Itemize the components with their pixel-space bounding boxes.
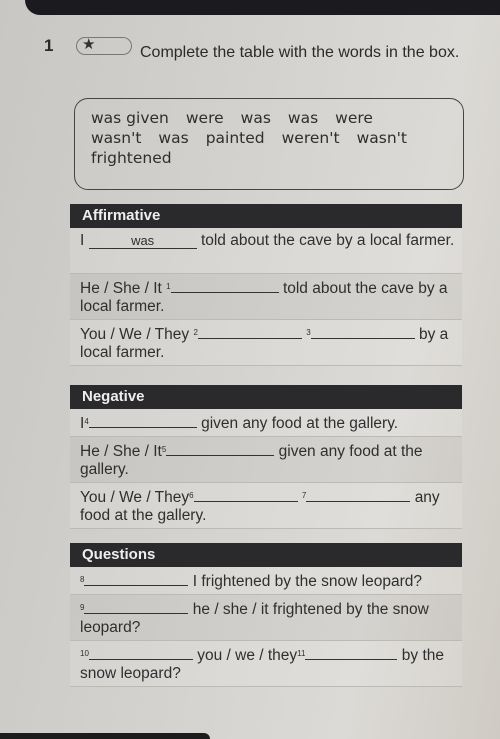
instruction-text: Complete the table with the words in the… <box>140 44 460 61</box>
answer-blank[interactable] <box>84 571 189 586</box>
answer-blank[interactable] <box>305 645 398 660</box>
word: were <box>185 109 224 127</box>
blank-number: 11 <box>297 649 306 658</box>
word: wasn't <box>356 129 407 147</box>
questions-section: Questions 8 I frightened by the snow leo… <box>70 543 462 687</box>
blank-number: 10 <box>80 649 89 658</box>
sentence-rest: told about the cave by a local farmer. <box>200 232 455 249</box>
answer-blank[interactable] <box>88 413 197 428</box>
table-row: 9 he / she / it frightened by the snow l… <box>70 595 462 641</box>
table-row: I was told about the cave by a local far… <box>70 228 462 274</box>
sentence-rest: I frightened by the snow leopard? <box>192 573 422 590</box>
exercise-number: 1 <box>44 36 54 55</box>
table-row: You / We / They 2 3 by a local farmer. <box>70 320 462 366</box>
answer-blank[interactable]: was <box>88 234 197 249</box>
section-header: Negative <box>70 385 462 409</box>
subject: you / we / they <box>197 647 298 664</box>
word: was <box>287 109 319 127</box>
top-dark-edge <box>25 0 500 15</box>
table-row: I4 given any food at the gallery. <box>70 409 462 437</box>
answer-blank[interactable] <box>306 487 411 502</box>
answer-blank[interactable] <box>170 278 279 293</box>
answer-blank[interactable] <box>166 441 275 456</box>
word: were <box>335 109 373 127</box>
bottom-dark-edge <box>0 733 210 739</box>
subject: I <box>80 232 85 249</box>
answer-blank[interactable] <box>193 487 298 502</box>
table-row: 10 you / we / they11 by the snow leopard… <box>70 641 462 687</box>
answer-blank[interactable] <box>197 324 302 339</box>
subject: You / We / They <box>80 489 190 506</box>
table-row: 8 I frightened by the snow leopard? <box>70 567 462 595</box>
answer-blank[interactable] <box>84 599 189 614</box>
word: was <box>240 109 271 127</box>
subject: He / She / It <box>80 280 162 297</box>
table-row: He / She / It5 given any food at the gal… <box>70 437 462 483</box>
word-box: was given were was was were wasn't was painted… <box>74 98 464 190</box>
affirmative-section: Affirmative I was told about the cave by… <box>70 204 462 366</box>
answer-blank[interactable] <box>310 324 415 339</box>
table-row: He / She / It 1 told about the cave by a… <box>70 274 462 320</box>
word: frightened <box>91 149 172 167</box>
word: weren't <box>281 129 340 147</box>
subject: He / She / It <box>80 443 162 460</box>
word: was <box>158 129 189 147</box>
word: was given <box>91 109 169 127</box>
word: painted <box>205 129 265 147</box>
negative-section: Negative I4 given any food at the galler… <box>70 385 462 529</box>
sentence-rest: given any food at the gallery. <box>201 415 399 432</box>
section-header: Questions <box>70 543 462 567</box>
table-row: You / We / They6 7 any food at the galle… <box>70 483 462 529</box>
section-header: Affirmative <box>70 204 462 228</box>
subject: You / We / They <box>80 326 190 343</box>
word: wasn't <box>91 129 142 147</box>
answer-blank[interactable] <box>88 645 193 660</box>
